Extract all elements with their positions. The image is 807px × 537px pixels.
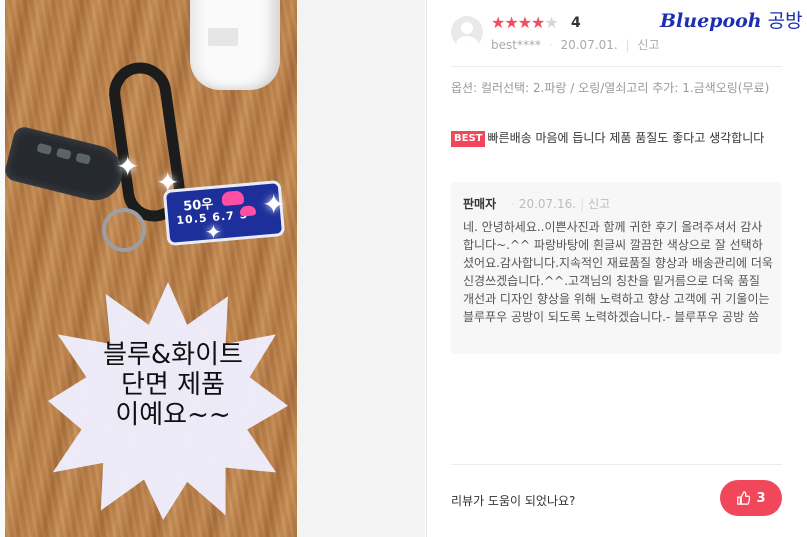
reply-meta: · 20.07.16. | 신고	[507, 195, 610, 212]
reply-author: 판매자	[463, 197, 497, 211]
star-icon: ★	[531, 13, 545, 32]
key-button	[36, 142, 53, 155]
review-body: BEST 빠른배송 마음에 듭니다 제품 품질도 좋다고 생각합니다	[451, 128, 781, 148]
star-icon: ★	[504, 13, 518, 32]
caption-line: 단면 제품	[121, 370, 225, 400]
cup-label	[208, 28, 238, 46]
seller-reply: 판매자 · 20.07.16. | 신고 네. 안녕하세요..이쁜사진과 함께 귀한 …	[451, 182, 781, 354]
reply-date: 20.07.16.	[518, 197, 577, 211]
divider	[451, 464, 782, 465]
sparkle-icon: ✦	[156, 166, 180, 199]
star-empty-icon: ★	[544, 13, 558, 32]
review-panel: ★★★★★ 4 best**** · 20.07.01. | 신고 Bluepo…	[426, 0, 807, 537]
rating-value: 4	[571, 15, 581, 31]
brand-ko: 공방	[767, 10, 803, 32]
photo-caption: 블루&화이트 단면 제품 이예요~~	[48, 340, 298, 430]
heart-icon	[239, 205, 257, 217]
meta-separator: ·	[548, 38, 553, 52]
brand-watermark: Bluepooh 공방	[660, 6, 803, 33]
star-icon: ★	[517, 13, 532, 32]
purchase-options: 옵션: 컬러선택: 2.파랑 / 오링/열쇠고리 추가: 1.금색오링(무료)	[451, 81, 770, 95]
meta-separator: |	[625, 38, 630, 52]
key-ring	[102, 208, 146, 252]
star-rating: ★★★★★	[491, 13, 559, 32]
report-link[interactable]: 신고	[637, 38, 659, 52]
photo-frame	[0, 0, 5, 537]
review-date: 20.07.01.	[560, 38, 618, 52]
author-name: best****	[491, 38, 541, 52]
sparkle-icon: ✦	[262, 188, 286, 221]
helpful-question: 리뷰가 도움이 되었나요?	[451, 494, 576, 508]
star-icon: ★	[491, 13, 505, 32]
helpful-count: 3	[756, 490, 766, 506]
caption-line: 블루&화이트	[103, 340, 243, 370]
caption-line: 이예요~~	[115, 400, 231, 430]
reply-text: 네. 안녕하세요..이쁜사진과 함께 귀한 후기 올려주셔서 감사합니다~.^^…	[463, 220, 773, 324]
gallery-gutter	[307, 0, 425, 537]
key-button	[75, 152, 92, 165]
sparkle-icon: ✦	[116, 150, 140, 183]
thumbs-up-icon	[737, 491, 751, 505]
divider	[451, 66, 782, 67]
helpful-button[interactable]: 3	[720, 480, 782, 516]
review-meta: best**** · 20.07.01. | 신고	[491, 36, 660, 53]
review-text: 빠른배송 마음에 듭니다 제품 품질도 좋다고 생각합니다	[487, 131, 765, 145]
brand-en: Bluepooh	[660, 10, 762, 32]
meta-separator: ·	[511, 197, 515, 211]
sparkle-icon: ✦	[205, 220, 222, 244]
key-button	[55, 147, 72, 160]
heart-icon	[221, 190, 245, 207]
best-badge: BEST	[451, 131, 486, 147]
reply-report-link[interactable]: 신고	[588, 197, 610, 211]
review-photo[interactable]: 50우 10.5 6.7 5 ✦ ✦ ✦ ✦ 블루&화이트 단면 제품 이예요~…	[0, 0, 307, 537]
meta-separator: |	[580, 197, 585, 211]
photo-frame	[297, 0, 307, 537]
user-avatar-icon	[451, 16, 483, 48]
